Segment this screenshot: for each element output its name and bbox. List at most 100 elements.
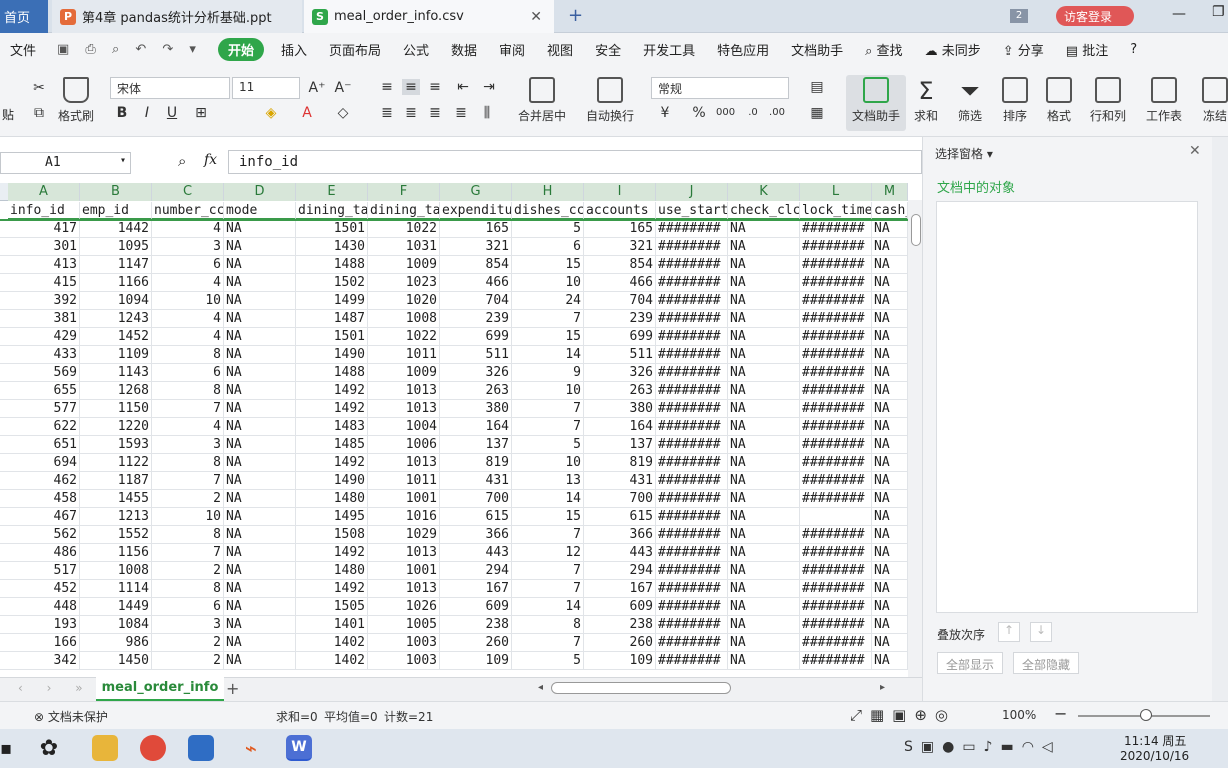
format-painter-button[interactable]: 格式刷 [58, 77, 94, 124]
cell[interactable]: 700 [584, 490, 656, 508]
cell[interactable]: 392 [8, 292, 80, 310]
cell[interactable]: 1011 [368, 472, 440, 490]
spreadsheet-grid[interactable]: ABCDEFGHIJKLM info_id emp_id number_cc mode… [0, 183, 908, 677]
cell[interactable]: NA [224, 238, 296, 256]
cell[interactable]: 321 [584, 238, 656, 256]
format-button[interactable]: 格式 [1046, 77, 1072, 124]
column-header-j[interactable]: J [656, 183, 728, 201]
cell[interactable]: ######## [800, 400, 872, 418]
cell[interactable]: 1005 [368, 616, 440, 634]
cell[interactable]: 7 [512, 634, 584, 652]
copy-icon[interactable]: ⧉ [30, 105, 48, 121]
login-button[interactable]: 访客登录 [1056, 6, 1134, 26]
cell[interactable]: 466 [440, 274, 512, 292]
menu-help[interactable]: ? [1119, 42, 1148, 57]
cell[interactable]: 517 [8, 562, 80, 580]
cell[interactable]: 1114 [80, 580, 152, 598]
cell[interactable]: ######## [800, 490, 872, 508]
menu-share[interactable]: ⇪ 分享 [992, 40, 1055, 59]
cell[interactable]: ######## [800, 436, 872, 454]
cell[interactable]: 819 [440, 454, 512, 472]
cell[interactable]: ######## [656, 238, 728, 256]
zoom-out-icon[interactable]: − [1054, 704, 1067, 723]
cell[interactable]: NA [872, 526, 908, 544]
cell[interactable]: NA [224, 652, 296, 670]
video-icon[interactable] [188, 735, 214, 761]
cell[interactable]: 7 [512, 400, 584, 418]
cell[interactable]: ######## [656, 598, 728, 616]
cell[interactable]: NA [224, 418, 296, 436]
cell[interactable]: 1009 [368, 364, 440, 382]
cell[interactable]: NA [728, 454, 800, 472]
cell[interactable]: NA [728, 580, 800, 598]
app2-icon[interactable]: ⌁ [238, 735, 264, 761]
cell[interactable]: 1009 [368, 256, 440, 274]
cell[interactable]: 15 [512, 508, 584, 526]
cell[interactable]: 164 [440, 418, 512, 436]
cell[interactable]: NA [872, 544, 908, 562]
cell[interactable]: 263 [440, 382, 512, 400]
menu-developer[interactable]: 开发工具 [632, 40, 706, 59]
cell[interactable]: ######## [656, 400, 728, 418]
currency-icon[interactable]: ¥ [656, 105, 674, 121]
doc-assistant-button[interactable]: 文档助手 [846, 75, 906, 131]
cell[interactable]: 458 [8, 490, 80, 508]
cell[interactable]: NA [872, 328, 908, 346]
cell[interactable]: 12 [512, 544, 584, 562]
cell[interactable]: NA [224, 328, 296, 346]
cell[interactable]: 6 [512, 238, 584, 256]
cell[interactable]: 239 [584, 310, 656, 328]
cell[interactable]: ######## [656, 544, 728, 562]
zoom-search-icon[interactable]: ⌕ [178, 152, 186, 170]
cell[interactable]: ######## [800, 598, 872, 616]
fx-label[interactable]: fx [204, 152, 217, 168]
cell[interactable]: 609 [440, 598, 512, 616]
cell[interactable]: ######## [656, 292, 728, 310]
cell[interactable]: NA [224, 490, 296, 508]
cell[interactable]: NA [872, 490, 908, 508]
cell[interactable]: NA [728, 256, 800, 274]
column-header-b[interactable]: B [80, 183, 152, 201]
add-sheet-icon[interactable]: + [226, 679, 239, 698]
align-bottom-icon[interactable]: ≡ [426, 79, 444, 95]
cell[interactable]: 1455 [80, 490, 152, 508]
tab-ppt[interactable]: P 第4章 pandas统计分析基础.ppt [52, 0, 302, 33]
cell[interactable]: 2 [152, 652, 224, 670]
cell[interactable]: 4 [152, 328, 224, 346]
cell[interactable]: 8 [152, 526, 224, 544]
cell[interactable]: 1147 [80, 256, 152, 274]
cell[interactable]: NA [728, 238, 800, 256]
border-icon[interactable]: ⊞ [192, 105, 210, 121]
cell[interactable]: ######## [800, 616, 872, 634]
cell[interactable]: 448 [8, 598, 80, 616]
merge-center-button[interactable]: 合并居中 [518, 77, 566, 124]
cell[interactable]: 381 [8, 310, 80, 328]
cell[interactable]: 3 [152, 238, 224, 256]
cell[interactable]: 854 [584, 256, 656, 274]
cell[interactable]: NA [728, 310, 800, 328]
horizontal-scroll-thumb[interactable] [551, 682, 731, 694]
cell[interactable]: 260 [440, 634, 512, 652]
cell[interactable]: 1402 [296, 652, 368, 670]
move-down-icon[interactable]: ↓ [1030, 622, 1052, 642]
cell[interactable]: NA [728, 220, 800, 238]
cell[interactable]: 1480 [296, 490, 368, 508]
cell[interactable]: NA [872, 346, 908, 364]
cell[interactable]: NA [728, 652, 800, 670]
menu-review[interactable]: 审阅 [488, 40, 536, 59]
cell[interactable]: NA [224, 562, 296, 580]
cell[interactable]: 321 [440, 238, 512, 256]
cell[interactable]: 1505 [296, 598, 368, 616]
cell[interactable]: 165 [584, 220, 656, 238]
cell[interactable]: 1013 [368, 544, 440, 562]
cell[interactable]: NA [728, 364, 800, 382]
header-cell[interactable]: check_clc [728, 202, 800, 220]
cell[interactable]: ######## [800, 310, 872, 328]
cell[interactable]: 7 [512, 562, 584, 580]
column-header-c[interactable]: C [152, 183, 224, 201]
cell[interactable]: NA [872, 652, 908, 670]
align-center-icon[interactable]: ≣ [402, 105, 420, 121]
cell[interactable]: 1490 [296, 346, 368, 364]
cell[interactable]: 819 [584, 454, 656, 472]
pane-title[interactable]: 选择窗格 ▾ [935, 145, 993, 162]
